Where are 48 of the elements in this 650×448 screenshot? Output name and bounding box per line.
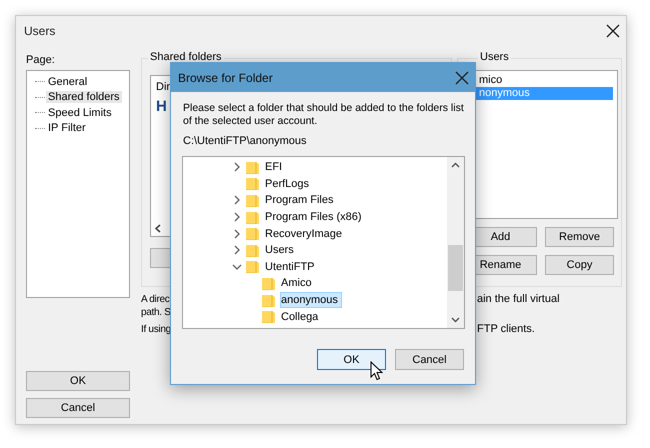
folder-item[interactable]: EFI (264, 159, 286, 176)
folder-item[interactable]: Collega (280, 308, 322, 325)
page-item[interactable]: Speed Limits (46, 106, 114, 119)
window-title: Users (24, 24, 56, 38)
folder-icon (246, 260, 259, 274)
folder-item[interactable]: PerfLogs (264, 176, 314, 192)
folder-icon (246, 160, 259, 174)
page-item[interactable]: Shared folders (46, 91, 122, 104)
user-action-button[interactable]: Remove (545, 227, 614, 247)
scroll-left-icon[interactable] (154, 224, 162, 233)
folder-icon (262, 294, 275, 307)
folder-icon (246, 194, 259, 207)
folder-icon (262, 310, 275, 324)
folder-item[interactable]: RecoveryImage (264, 226, 346, 242)
folder-item[interactable]: Program Files (x86) (264, 209, 366, 226)
folder-item[interactable]: Program Files (264, 192, 338, 208)
page-label: Page: (26, 54, 55, 66)
scroll-thumb[interactable] (448, 245, 463, 291)
description-text: A direc (141, 293, 170, 306)
ok-button[interactable]: OK (317, 349, 386, 370)
cancel-button[interactable]: Cancel (395, 349, 464, 370)
mouse-pointer-icon (370, 361, 383, 381)
folder-icon (246, 227, 259, 240)
page-item[interactable]: General (46, 76, 90, 88)
ok-button[interactable]: OK (26, 371, 130, 391)
cancel-button[interactable]: Cancel (26, 398, 130, 418)
folder-icon (246, 244, 259, 257)
folder-item[interactable]: anonymous (280, 292, 342, 308)
prompt-text: Please select a folder that should be added to the folders list of the selected user account. (183, 102, 465, 128)
folder-item[interactable]: Amico (280, 275, 316, 292)
selected-path: C:\UtentiFTP\anonymous (183, 135, 308, 147)
folder-item[interactable]: UtentiFTP (264, 258, 319, 275)
close-icon[interactable] (606, 24, 620, 38)
description-text: FTP clients. (477, 323, 535, 336)
description-text: ain the full virtual (477, 293, 560, 306)
description-text: path. S (141, 306, 171, 319)
page-item[interactable]: IP Filter (46, 122, 88, 134)
vertical-scrollbar[interactable] (447, 157, 464, 328)
table-cell-text: H (155, 98, 168, 115)
dialog-title: Browse for Folder (178, 70, 273, 84)
folder-icon (246, 210, 259, 224)
folder-icon (246, 177, 259, 190)
user-action-button[interactable]: Copy (545, 255, 614, 275)
group-title: Users (478, 51, 511, 63)
group-title: Shared folders (148, 51, 224, 63)
folder-item[interactable]: Users (264, 242, 298, 258)
column-header: Dir (155, 80, 172, 95)
folder-icon (262, 276, 275, 290)
